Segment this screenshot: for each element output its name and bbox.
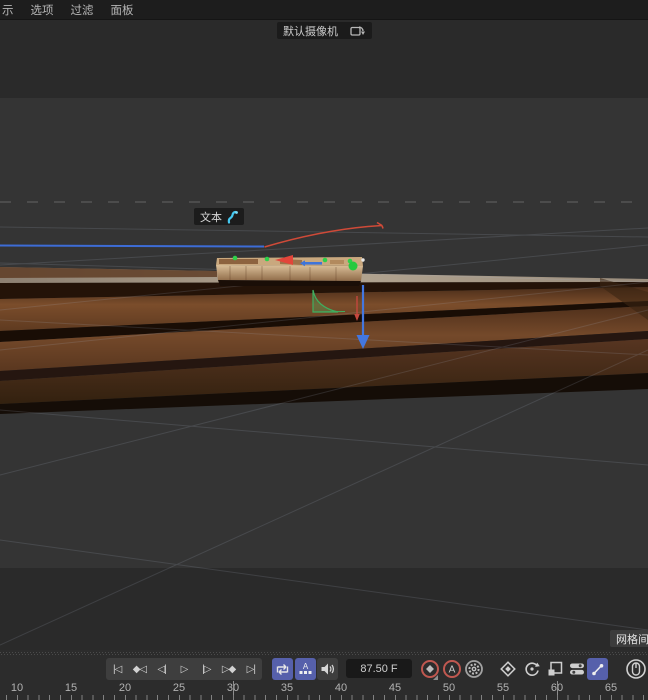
svg-text:A: A [449,665,456,676]
ruler-tick-marks [0,695,648,700]
autokey-toggle-button[interactable]: A [441,658,463,680]
spline-path[interactable] [264,221,384,248]
menu-display[interactable]: 示 [2,2,14,18]
wood-plank-floor [0,267,648,414]
camera-label: 默认摄像机 [283,25,338,38]
record-options-caret[interactable] [433,675,438,680]
ruler-frame-number: 35 [280,682,294,694]
ruler-frame-number: 25 [172,682,186,694]
ruler-frame-number: 65 [604,682,618,694]
ruler-frame-number: 55 [496,682,510,694]
sound-toggle-button[interactable] [317,658,338,680]
keying-settings-button[interactable] [463,658,485,680]
play-button[interactable]: ▷ [173,658,195,680]
3d-viewport[interactable]: 默认摄像机 文本 网格间距 [0,20,648,650]
go-to-start-button[interactable]: |◁ [106,658,128,680]
current-frame-field[interactable]: 87.50 F [346,659,412,678]
previous-frame-button[interactable]: ◁| [151,658,173,680]
rotation-icon [525,662,540,676]
next-frame-button[interactable]: |▷ [195,658,217,680]
ruler-frame-number: 15 [64,682,78,694]
animation-toolbar: |◁ ◆◁ ◁| ▷ |▷ ▷◆ ▷| A 87.50 F A [0,657,648,681]
render-safe-bottom-shade [0,568,648,650]
next-key-button[interactable]: ▷◆ [217,658,239,680]
record-pla-toggle[interactable] [587,658,608,680]
record-parameter-toggle[interactable] [566,659,588,679]
ruler-frame-number: 45 [388,682,402,694]
svg-text:A: A [303,662,309,671]
ruler-frame-number: 40 [334,682,348,694]
timeline-grip-handle[interactable] [0,650,648,657]
record-position-toggle[interactable] [497,659,519,679]
z-axis-line [0,244,265,248]
viewport-menubar: 示 选项 过滤 面板 [0,0,648,20]
point-level-animation-icon [592,663,604,675]
loop-playback-button[interactable] [272,658,293,680]
menu-panel[interactable]: 面板 [111,2,134,18]
cinema4d-window: 示 选项 过滤 面板 默认摄像机 文本 网格间 |◁ ◆◁ ◁| ▷ |▷ ▷◆… [0,0,648,700]
loop-icon [276,663,289,675]
object-label: 文本 [200,211,222,224]
keyframe-track-icon: A [299,662,312,674]
mouse-record-button[interactable] [624,659,648,679]
go-to-end-button[interactable]: ▷| [240,658,262,680]
menu-filter[interactable]: 过滤 [71,2,94,18]
grid-spacing-hud: 网格间距 [610,630,648,647]
object-label-chip[interactable]: 文本 [194,208,244,225]
record-rotation-toggle[interactable] [521,659,543,679]
ruler-frame-number: 20 [118,682,132,694]
record-scale-toggle[interactable] [544,659,566,679]
position-icon [500,661,516,677]
camera-selector[interactable]: 默认摄像机 [277,22,372,39]
grid-spacing-label: 网格间距 [616,633,648,646]
mouse-icon [626,659,646,679]
current-frame-value: 87.50 F [360,662,398,675]
previous-key-button[interactable]: ◆◁ [128,658,150,680]
transport-controls: |◁ ◆◁ ◁| ▷ |▷ ▷◆ ▷| [106,658,262,680]
switch-camera-icon[interactable] [350,25,366,37]
timeline-ruler[interactable]: 10 15 20 25 30 35 40 45 50 55 60 65 [0,681,648,700]
ruler-frame-number: 50 [442,682,456,694]
keyframe-selection-button[interactable]: A [295,658,316,680]
text-spline-icon [227,210,238,224]
ruler-frame-number: 10 [10,682,24,694]
scale-icon [548,661,563,676]
menu-options[interactable]: 选项 [31,2,54,18]
parameter-icon [570,663,584,675]
viewport-scene [0,20,648,650]
timeline-bar: |◁ ◆◁ ◁| ▷ |▷ ▷◆ ▷| A 87.50 F A 10 15 20… [0,650,648,700]
speaker-icon [321,663,334,675]
